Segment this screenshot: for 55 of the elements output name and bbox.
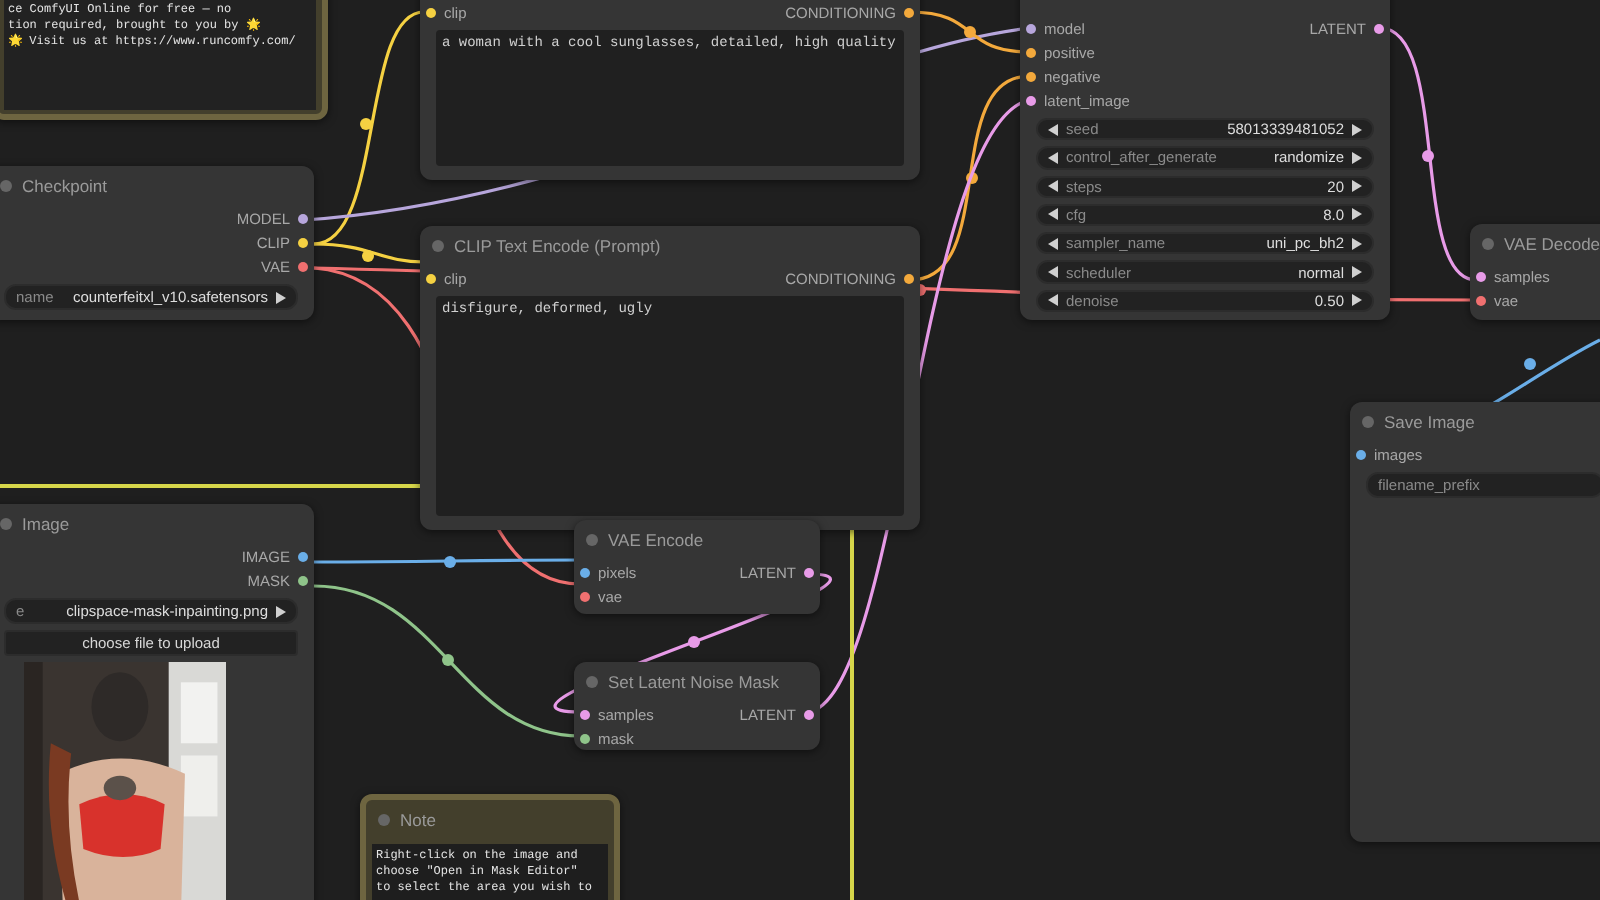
- arrow-left-icon[interactable]: [1048, 123, 1058, 136]
- node-dot-icon: [586, 676, 598, 688]
- output-socket-icon[interactable]: [1374, 23, 1384, 33]
- arrow-right-icon[interactable]: [1352, 123, 1362, 136]
- output-socket-icon[interactable]: [298, 261, 308, 271]
- arrow-right-icon[interactable]: [276, 605, 286, 617]
- output-socket-icon[interactable]: [904, 273, 914, 283]
- input-socket-icon[interactable]: [1356, 449, 1366, 459]
- output-socket-icon[interactable]: [298, 213, 308, 223]
- arrow-right-icon[interactable]: [276, 291, 286, 303]
- output-socket-icon[interactable]: [298, 575, 308, 585]
- output-socket-icon[interactable]: [298, 237, 308, 247]
- input-socket-icon[interactable]: [1476, 295, 1486, 305]
- arrow-right-icon[interactable]: [1352, 151, 1362, 164]
- input-socket-icon[interactable]: [580, 567, 590, 577]
- arrow-right-icon[interactable]: [1352, 208, 1362, 221]
- output-socket-icon[interactable]: [804, 709, 814, 719]
- output-socket-icon[interactable]: [298, 551, 308, 561]
- input-socket-icon[interactable]: [426, 273, 436, 283]
- arrow-left-icon[interactable]: [1048, 180, 1058, 193]
- input-socket-icon[interactable]: [580, 591, 590, 601]
- node-dot-icon: [432, 240, 444, 252]
- input-socket-icon[interactable]: [580, 709, 590, 719]
- arrow-left-icon[interactable]: [1048, 151, 1058, 164]
- arrow-right-icon[interactable]: [1352, 266, 1362, 279]
- node-title: VAE Decode: [1504, 234, 1600, 254]
- output-socket-icon[interactable]: [904, 7, 914, 17]
- arrow-left-icon[interactable]: [1048, 266, 1058, 279]
- node-title: CLIP Text Encode (Prompt): [454, 236, 661, 256]
- arrow-right-icon[interactable]: [1352, 180, 1362, 193]
- input-socket-icon[interactable]: [1476, 271, 1486, 281]
- output-socket-icon[interactable]: [804, 567, 814, 577]
- arrow-left-icon[interactable]: [1048, 294, 1058, 307]
- node-dot-icon: [586, 534, 598, 546]
- node-dot-icon: [0, 518, 12, 530]
- input-socket-icon[interactable]: [1026, 71, 1036, 81]
- input-socket-icon[interactable]: [1026, 95, 1036, 105]
- arrow-left-icon[interactable]: [1048, 237, 1058, 250]
- node-title: Note: [400, 810, 436, 830]
- node-title: Set Latent Noise Mask: [608, 672, 780, 692]
- input-socket-icon[interactable]: [426, 7, 436, 17]
- node-title: Checkpoint: [22, 176, 108, 196]
- input-socket-icon[interactable]: [580, 733, 590, 743]
- arrow-right-icon[interactable]: [1352, 294, 1362, 307]
- input-socket-icon[interactable]: [1026, 23, 1036, 33]
- node-dot-icon: [378, 814, 390, 826]
- arrow-left-icon[interactable]: [1048, 208, 1058, 221]
- node-dot-icon: [1362, 416, 1374, 428]
- node-dot-icon: [0, 180, 12, 192]
- arrow-right-icon[interactable]: [1352, 237, 1362, 250]
- node-title: Save Image: [1384, 412, 1475, 432]
- input-socket-icon[interactable]: [1026, 47, 1036, 57]
- node-title: Image: [22, 514, 70, 534]
- node-title: VAE Encode: [608, 530, 704, 550]
- node-dot-icon: [1482, 238, 1494, 250]
